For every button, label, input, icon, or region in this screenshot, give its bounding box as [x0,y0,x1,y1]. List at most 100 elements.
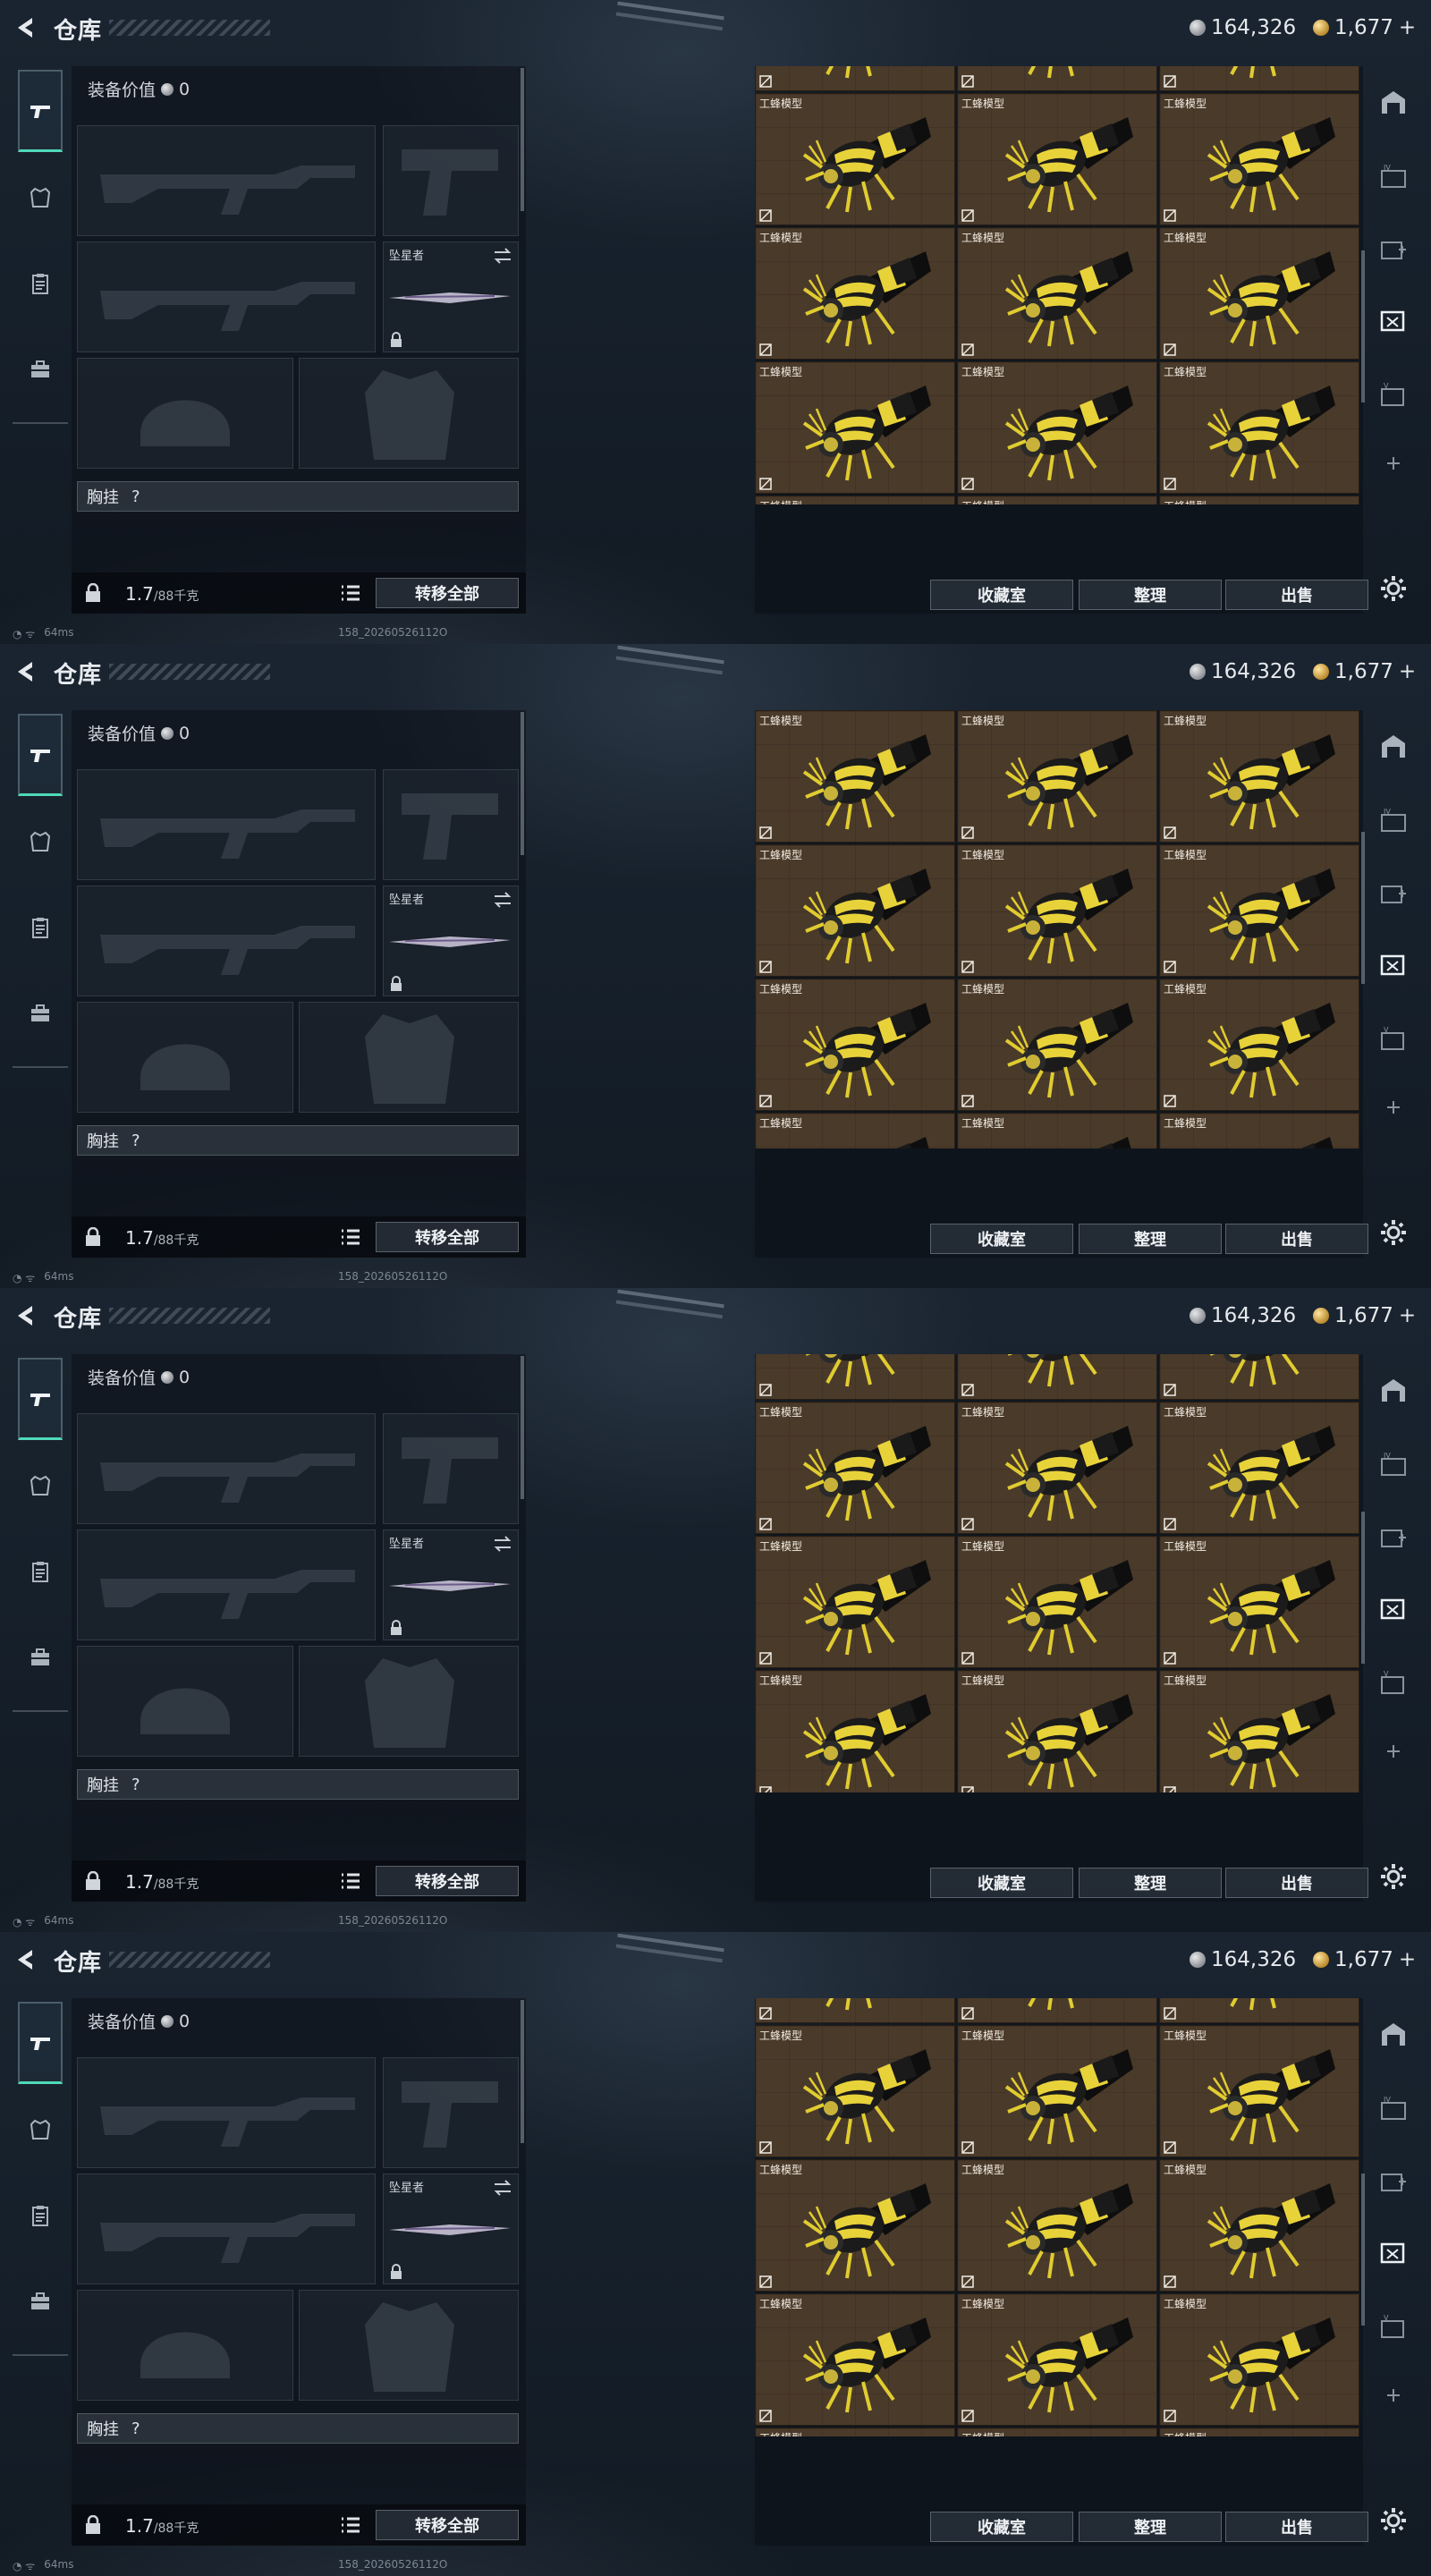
storage-item[interactable]: 工蜂模型 [1159,2428,1359,2436]
primary-weapon-slot[interactable] [77,1413,376,1524]
storage-item[interactable]: 工蜂模型 [755,979,955,1111]
melee-slot[interactable]: 坠星者 [383,1530,519,1640]
storage-item[interactable]: 工蜂模型 [957,1669,1157,1792]
melee-slot[interactable]: 坠星者 [383,2174,519,2284]
transfer-all-button[interactable]: 转移全部 [376,578,519,608]
add-gold-button[interactable]: + [1399,660,1416,683]
helmet-slot[interactable] [77,1646,293,1757]
storage-item[interactable]: 工蜂模型 [1159,361,1359,494]
back-button[interactable] [13,658,39,685]
nav-briefcase-tab[interactable] [18,991,63,1036]
storage-tab-active-button[interactable] [1376,2234,1411,2270]
nav-clipboard-tab[interactable] [18,2193,63,2238]
storage-item[interactable]: 工蜂模型 [755,227,955,360]
collection-room-button[interactable]: 收藏室 [930,1868,1073,1898]
nav-clipboard-tab[interactable] [18,1549,63,1594]
storage-item[interactable]: 工蜂模型 [755,1998,955,2023]
storage-item[interactable]: 工蜂模型 [1159,2159,1359,2292]
loadout-scrollbar[interactable] [521,68,524,211]
storage-item[interactable]: 工蜂模型 [755,361,955,494]
storage-tab-add-iv-button[interactable] [1376,2163,1411,2199]
storage-item[interactable]: 工蜂模型 [957,2159,1157,2292]
nav-briefcase-tab[interactable] [18,1635,63,1680]
storage-item[interactable]: 工蜂模型 [957,1401,1157,1534]
settings-gear-button[interactable] [1376,1859,1411,1894]
transfer-all-button[interactable]: 转移全部 [376,2510,519,2540]
list-icon[interactable] [340,1227,361,1247]
storage-item[interactable]: 工蜂模型 [755,496,955,504]
storage-item[interactable]: 工蜂模型 [755,2293,955,2426]
storage-item[interactable]: 工蜂模型 [957,1113,1157,1148]
storage-item[interactable]: 工蜂模型 [1159,2293,1359,2426]
transfer-all-button[interactable]: 转移全部 [376,1222,519,1252]
sell-button[interactable]: 出售 [1225,1224,1368,1254]
loadout-scrollbar[interactable] [521,2000,524,2143]
nav-weapons-tab[interactable] [18,70,63,152]
pistol-slot[interactable] [383,125,519,236]
chest-rig-slot[interactable]: 胸挂 ? [77,1769,519,1800]
storage-item[interactable]: 工蜂模型 [1159,93,1359,225]
settings-gear-button[interactable] [1376,1215,1411,1250]
storage-item[interactable]: 工蜂模型 [1159,1669,1359,1792]
back-button[interactable] [13,14,39,41]
storage-tab-iv-button[interactable]: IV [1376,803,1411,839]
storage-item[interactable]: 工蜂模型 [1159,979,1359,1111]
storage-item[interactable]: 工蜂模型 [957,227,1157,360]
nav-armor-tab[interactable] [18,175,63,220]
gold-currency[interactable]: 1,677 + [1313,658,1416,685]
storage-tab-add-iv-button[interactable] [1376,1519,1411,1555]
storage-tab-iv-button[interactable]: IV [1376,1447,1411,1483]
pistol-slot[interactable] [383,769,519,880]
storage-item[interactable]: 工蜂模型 [1159,1998,1359,2023]
sell-button[interactable]: 出售 [1225,580,1368,610]
storage-item[interactable]: 工蜂模型 [957,2025,1157,2157]
garage-button[interactable] [1376,1372,1411,1408]
storage-item[interactable]: 工蜂模型 [957,1998,1157,2023]
storage-item[interactable]: 工蜂模型 [755,2159,955,2292]
storage-item[interactable]: 工蜂模型 [755,2025,955,2157]
storage-item[interactable]: 工蜂模型 [957,1535,1157,1668]
storage-tab-v-button[interactable]: V [1376,377,1411,413]
storage-item[interactable]: 工蜂模型 [1159,1113,1359,1148]
nav-armor-tab[interactable] [18,2107,63,2152]
storage-scrollbar[interactable] [1361,250,1365,402]
nav-weapons-tab[interactable] [18,714,63,796]
storage-item[interactable]: 工蜂模型 [957,361,1157,494]
storage-item[interactable]: 工蜂模型 [1159,496,1359,504]
helmet-slot[interactable] [77,2290,293,2401]
storage-item[interactable]: 工蜂模型 [1159,2025,1359,2157]
storage-item[interactable]: 工蜂模型 [1159,1535,1359,1668]
list-icon[interactable] [340,1871,361,1891]
storage-tab-v-button[interactable]: V [1376,1665,1411,1701]
storage-scrollbar[interactable] [1361,1512,1365,1664]
add-storage-button[interactable] [1376,1089,1411,1125]
nav-clipboard-tab[interactable] [18,261,63,306]
nav-clipboard-tab[interactable] [18,905,63,950]
storage-item[interactable]: 工蜂模型 [1159,844,1359,977]
garage-button[interactable] [1376,728,1411,764]
storage-item[interactable]: 工蜂模型 [957,496,1157,504]
gold-currency[interactable]: 1,677 + [1313,1302,1416,1329]
melee-slot[interactable]: 坠星者 [383,242,519,352]
loadout-scrollbar[interactable] [521,1356,524,1499]
storage-item[interactable]: 工蜂模型 [1159,1354,1359,1400]
chest-rig-slot[interactable]: 胸挂 ? [77,481,519,512]
melee-slot[interactable]: 坠星者 [383,886,519,996]
storage-item[interactable]: 工蜂模型 [957,1354,1157,1400]
storage-tab-active-button[interactable] [1376,302,1411,338]
add-storage-button[interactable] [1376,1733,1411,1769]
gold-currency[interactable]: 1,677 + [1313,1946,1416,1973]
secondary-weapon-slot[interactable] [77,1530,376,1640]
storage-item[interactable]: 工蜂模型 [957,2428,1157,2436]
pistol-slot[interactable] [383,2057,519,2168]
primary-weapon-slot[interactable] [77,2057,376,2168]
sort-button[interactable]: 整理 [1079,1868,1222,1898]
garage-button[interactable] [1376,2016,1411,2052]
storage-tab-iv-button[interactable]: IV [1376,2091,1411,2127]
chest-rig-slot[interactable]: 胸挂 ? [77,2413,519,2444]
collection-room-button[interactable]: 收藏室 [930,580,1073,610]
storage-tab-add-iv-button[interactable] [1376,231,1411,267]
storage-item[interactable]: 工蜂模型 [755,1401,955,1534]
storage-item[interactable]: 工蜂模型 [1159,66,1359,91]
storage-item[interactable]: 工蜂模型 [1159,1401,1359,1534]
